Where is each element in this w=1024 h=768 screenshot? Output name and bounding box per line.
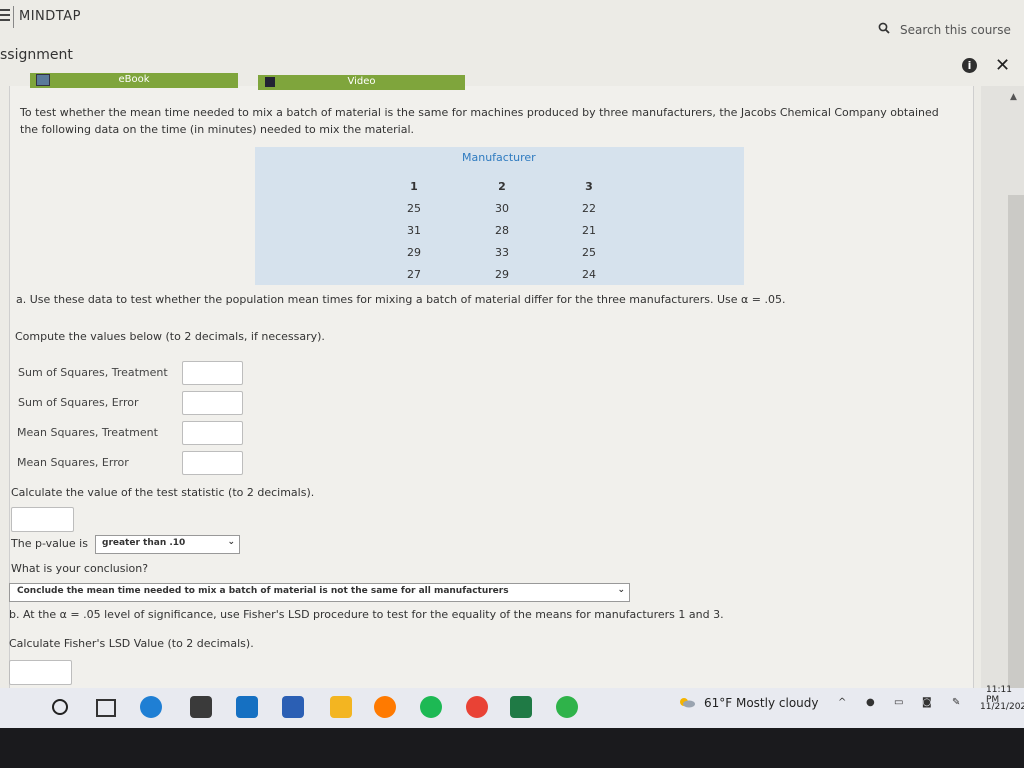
task-view-icon[interactable] [96, 699, 116, 717]
pvalue-selected: greater than .10 [102, 538, 186, 548]
lsd-label: Calculate Fisher's LSD Value (to 2 decim… [9, 637, 254, 650]
excel-icon[interactable] [510, 696, 532, 718]
data-table [255, 147, 744, 285]
lsd-input[interactable] [9, 660, 72, 685]
ss-error-input[interactable] [182, 391, 243, 415]
scroll-up-icon[interactable]: ▲ [1010, 92, 1017, 102]
conclusion-label: What is your conclusion? [11, 562, 149, 575]
network-icon[interactable]: ◙ [922, 697, 932, 708]
test-statistic-label: Calculate the value of the test statisti… [11, 486, 315, 499]
table-cell: 24 [582, 268, 596, 281]
browser-window: MINDTAP Search this course ssignment i ✕… [0, 0, 1024, 688]
app-tray-icon[interactable]: ● [866, 697, 875, 708]
table-cell: 21 [582, 224, 596, 237]
scrollbar[interactable] [1008, 195, 1024, 688]
pvalue-label: The p-value is [11, 537, 88, 550]
table-cell: 29 [407, 246, 421, 259]
table-cell: 25 [407, 202, 421, 215]
video-icon [265, 77, 275, 87]
info-icon[interactable]: i [962, 58, 977, 73]
table-cell: 31 [407, 224, 421, 237]
question-a: a. Use these data to test whether the po… [16, 293, 786, 306]
brave-icon[interactable] [374, 696, 396, 718]
store-icon[interactable] [190, 696, 212, 718]
conclusion-selected: Conclude the mean time needed to mix a b… [17, 586, 509, 596]
search-icon[interactable] [878, 22, 890, 34]
field-label: Mean Squares, Treatment [17, 426, 158, 439]
search-input[interactable]: Search this course [900, 23, 1011, 37]
table-cell: 33 [495, 246, 509, 259]
ms-treatment-input[interactable] [182, 421, 243, 445]
ms-error-input[interactable] [182, 451, 243, 475]
table-title: Manufacturer [462, 151, 536, 164]
table-cell: 22 [582, 202, 596, 215]
spotify-icon[interactable] [420, 696, 442, 718]
word-icon[interactable] [282, 696, 304, 718]
chevron-up-icon[interactable]: ^ [838, 697, 846, 708]
weather-text[interactable]: 61°F Mostly cloudy [704, 696, 819, 710]
brand-divider [13, 6, 14, 28]
test-statistic-input[interactable] [11, 507, 74, 532]
problem-intro: To test whether the mean time needed to … [20, 106, 939, 136]
table-cell: 30 [495, 202, 509, 215]
table-cell: 27 [407, 268, 421, 281]
monitor-bezel [0, 728, 1024, 768]
pvalue-select[interactable]: greater than .10 ⌄ [95, 535, 240, 554]
ebook-icon [36, 74, 50, 86]
chat-icon[interactable] [556, 696, 578, 718]
column-header: 3 [585, 180, 593, 193]
field-label: Mean Squares, Error [17, 456, 129, 469]
table-cell: 29 [495, 268, 509, 281]
cloud-sun-icon [680, 698, 695, 708]
file-explorer-icon[interactable] [330, 696, 352, 718]
ss-treatment-input[interactable] [182, 361, 243, 385]
mail-icon[interactable] [236, 696, 258, 718]
menu-icon[interactable] [0, 9, 10, 23]
column-header: 1 [410, 180, 418, 193]
tab-ebook[interactable]: eBook [30, 73, 238, 88]
edge-icon[interactable] [140, 696, 162, 718]
chevron-down-icon: ⌄ [227, 537, 235, 547]
table-cell: 28 [495, 224, 509, 237]
tab-video[interactable]: Video [258, 75, 465, 90]
conclusion-select[interactable]: Conclude the mean time needed to mix a b… [9, 583, 630, 602]
chevron-down-icon: ⌄ [617, 585, 625, 595]
clock-date[interactable]: 11/21/202 [980, 702, 1024, 712]
column-header: 2 [498, 180, 506, 193]
close-icon[interactable]: ✕ [995, 55, 1010, 76]
field-label: Sum of Squares, Error [18, 396, 139, 409]
brand-name: MINDTAP [19, 9, 81, 24]
pen-icon[interactable]: ✎ [952, 697, 960, 708]
battery-icon[interactable]: ▭ [894, 697, 903, 708]
table-cell: 25 [582, 246, 596, 259]
top-bar [0, 0, 1024, 44]
compute-instructions: Compute the values below (to 2 decimals,… [15, 330, 325, 343]
question-b: b. At the α = .05 level of significance,… [9, 608, 724, 621]
field-label: Sum of Squares, Treatment [18, 366, 168, 379]
chrome-icon[interactable] [466, 696, 488, 718]
assignment-title: ssignment [0, 47, 73, 63]
search-circle-icon[interactable] [52, 699, 68, 715]
